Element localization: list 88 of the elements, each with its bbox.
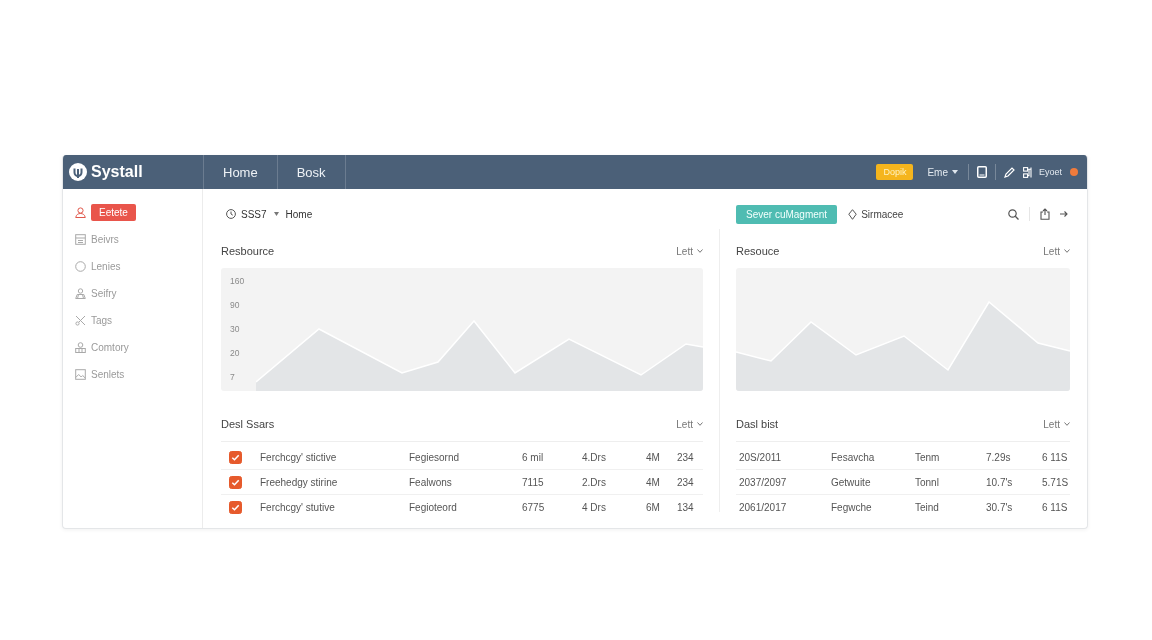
document-icon [75, 234, 86, 245]
axis-label: 30 [230, 323, 240, 336]
sidebar-item[interactable]: Seifry [91, 285, 117, 302]
share-icon[interactable] [1040, 208, 1050, 220]
sitemap-icon[interactable] [1023, 166, 1035, 178]
pen-icon[interactable] [1004, 166, 1015, 178]
table-cell-text: Fegwche [831, 502, 873, 513]
table-cell-text: 6775 [522, 502, 546, 513]
table-cell-text: Getwuite [831, 476, 872, 488]
dropdown-button[interactable]: Lett [1043, 418, 1070, 430]
table-cell-text: 134 [677, 502, 695, 513]
caret-icon [952, 170, 958, 174]
axis-label: 90 [230, 299, 240, 312]
table-cell-text: 4 Drs [582, 502, 607, 513]
checkbox[interactable] [229, 450, 242, 464]
axis-label: 160 [230, 275, 245, 288]
clock-icon [226, 209, 236, 219]
caret-icon [697, 249, 703, 253]
dropdown-button[interactable]: Lett [676, 245, 703, 257]
dropdown-button[interactable]: Lett [1043, 245, 1070, 257]
table-cell-text: 6M [646, 502, 661, 513]
sidebar-item[interactable]: Eetete [91, 204, 136, 221]
user-icon [75, 288, 86, 299]
status-dot-icon [1070, 168, 1078, 176]
sidebar-item[interactable]: Lenies [91, 258, 121, 275]
dropdown-button[interactable]: Lett [676, 418, 703, 430]
table-cell-text: 30.7's [986, 502, 1014, 513]
menu-dropdown[interactable]: Eme [925, 166, 960, 178]
sidebar-item[interactable]: Beivrs [91, 231, 119, 248]
table-cell-text: 4M [646, 451, 661, 463]
table-cell-text: 234 [677, 451, 695, 463]
table-cell-text: 20S/2011 [739, 451, 783, 463]
table-cell-text: 6 11S [1042, 502, 1069, 513]
person-icon [75, 342, 86, 353]
panel-title: Resbource [221, 245, 275, 257]
image-icon [75, 369, 86, 380]
scissors-icon [75, 315, 86, 326]
table-cell-text: 6 mil [522, 451, 545, 463]
axis-label: 20 [230, 347, 240, 360]
table-title: Desl Ssars [221, 418, 275, 430]
table-cell-text: Tenm [915, 451, 941, 463]
table-cell-text: 7115 [522, 476, 545, 488]
panel-title: Resouce [736, 245, 780, 257]
logo-icon [69, 163, 87, 181]
table-cell-text: 6 11S [1042, 451, 1069, 463]
checkbox[interactable] [229, 501, 242, 514]
table-cell-text: 234 [677, 476, 695, 488]
tablet-icon[interactable] [977, 166, 987, 178]
app-name: Systall [91, 163, 143, 181]
breadcrumb-link[interactable]: Home [285, 208, 313, 220]
checkbox[interactable] [229, 475, 242, 489]
table-cell: 5.71S [1042, 476, 1070, 488]
table-cell-text: Tonnl [915, 476, 940, 488]
diamond-icon [848, 208, 858, 220]
nav-tab[interactable]: Home [203, 155, 277, 189]
table-cell-text: 2061/2017 [739, 502, 788, 513]
caret-icon [1064, 422, 1070, 426]
table-title: Dasl bist [736, 418, 779, 430]
sidebar-item[interactable]: Senlets [91, 366, 125, 383]
table-cell-text: Fesavcha [831, 451, 876, 463]
table-cell-text: Fealwons [409, 476, 453, 488]
table-cell-text: 4M [646, 476, 661, 488]
table-cell-text: 7.29s [986, 451, 1012, 463]
caret-icon [273, 212, 279, 216]
table-cell-text: Ferchcgy' stutive [260, 502, 336, 513]
table-cell-text: Fegiesornd [409, 451, 461, 463]
table-cell-text: 2037/2097 [739, 476, 788, 488]
status-badge: Dopik [876, 164, 914, 180]
nav-tab[interactable]: Bosk [276, 155, 346, 189]
circle-icon [75, 261, 86, 272]
table-cell-text: 10.7's [986, 476, 1014, 488]
axis-label: 7 [230, 371, 235, 384]
search-icon[interactable] [1008, 208, 1019, 220]
caret-icon [1064, 249, 1070, 253]
user-icon [75, 207, 86, 218]
sidebar-item[interactable]: Comtory [91, 339, 129, 356]
table-cell-text: 2.Drs [582, 476, 607, 488]
table-cell-text: Freehedgy stirine [260, 476, 339, 488]
user-name[interactable]: Eyoet [1039, 167, 1062, 177]
location-link[interactable]: Sirmacee [861, 208, 904, 220]
table-cell-text: Fegioteord [409, 502, 458, 513]
table-cell-text: 4.Drs [582, 451, 607, 463]
caret-icon [697, 422, 703, 426]
table-cell-text: Teind [915, 502, 940, 513]
table-cell-text: Ferchcgy' stictive [260, 451, 338, 463]
sidebar-item[interactable]: Tags [91, 312, 113, 329]
breadcrumb-link[interactable]: SSS7 [241, 208, 267, 220]
arrow-right-icon[interactable] [1060, 210, 1068, 218]
